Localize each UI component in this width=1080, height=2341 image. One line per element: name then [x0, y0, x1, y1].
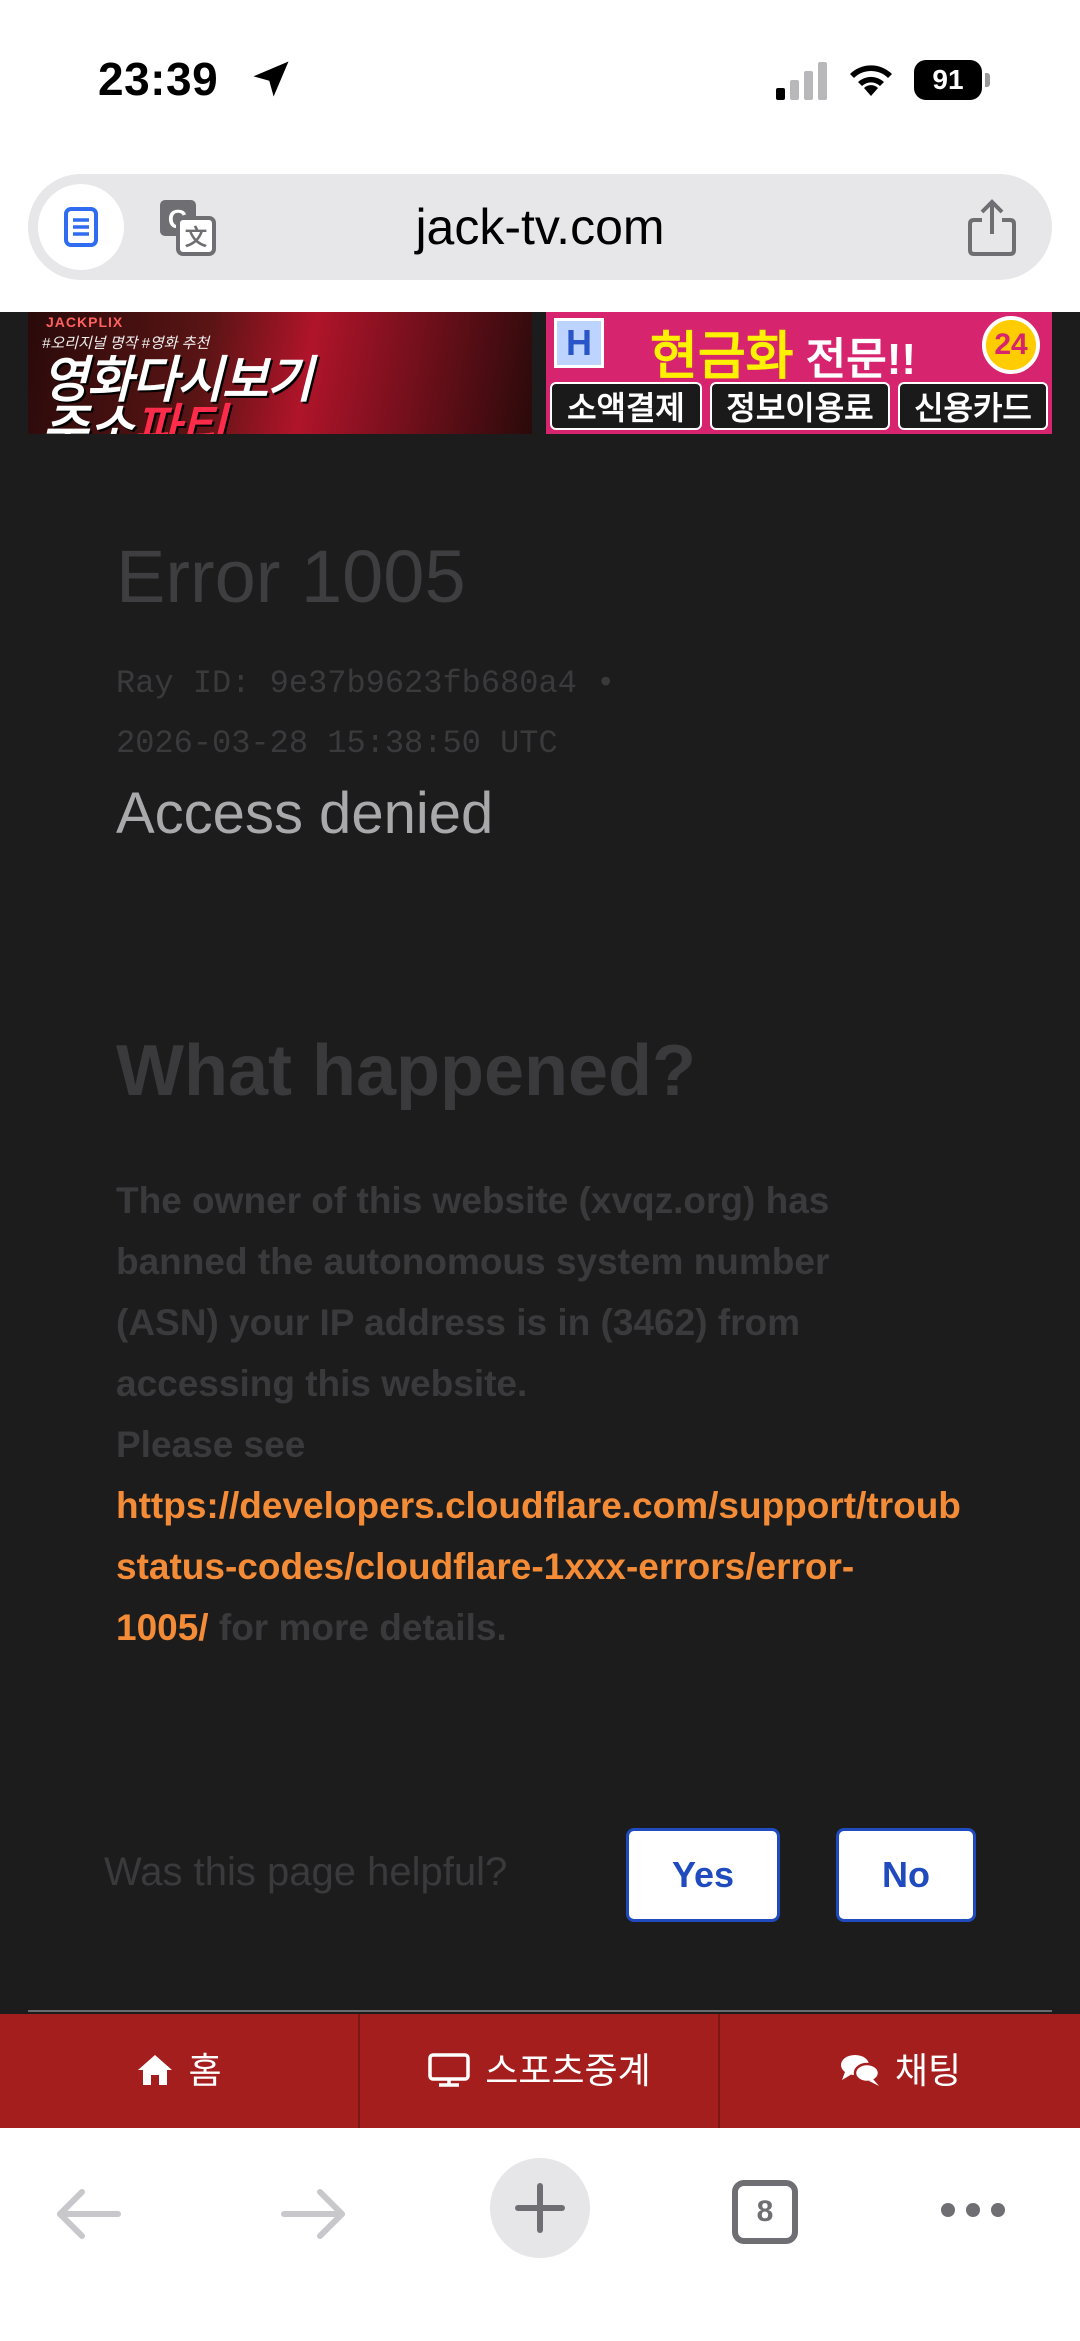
docs-link[interactable]: status-codes/cloudflare-1xxx-errors/erro…: [116, 1536, 1080, 1597]
error-description: The owner of this website (xvqz.org) has…: [116, 1170, 1080, 1658]
ad-banner-movies[interactable]: JACKPLIX #오리지널 명작 #영화 추천 영화다시보기 주소파티: [28, 312, 532, 434]
error-subtitle: Access denied: [116, 781, 494, 846]
more-options-icon[interactable]: [938, 2198, 1008, 2222]
cellular-signal-icon: [776, 62, 827, 100]
status-bar: 23:39 91: [0, 0, 1080, 160]
battery-indicator: 91: [914, 60, 990, 100]
banner-pills: 소액결제 정보이용료 신용카드: [550, 382, 1050, 430]
timestamp-line: 2026-03-28 15:38:50 UTC: [116, 725, 558, 762]
pill-item: 정보이용료: [710, 382, 890, 430]
home-icon: [138, 2055, 173, 2086]
wifi-icon: [850, 65, 892, 96]
web-page: JACKPLIX #오리지널 명작 #영화 추천 영화다시보기 주소파티 H 현…: [0, 312, 1080, 2128]
pill-item: 소액결제: [550, 382, 702, 430]
nav-item-home[interactable]: 홈: [0, 2014, 358, 2128]
plus-icon: [515, 2183, 565, 2233]
badge-24: 24: [982, 316, 1040, 374]
ad-banners: JACKPLIX #오리지널 명작 #영화 추천 영화다시보기 주소파티 H 현…: [28, 312, 1052, 434]
feedback-yes-button[interactable]: Yes: [626, 1828, 780, 1922]
url-text[interactable]: jack-tv.com: [28, 174, 1052, 280]
feedback-question: Was this page helpful?: [104, 1850, 508, 1894]
ray-id: Ray ID: 9e37b9623fb680a4 • 2026-03-28 15…: [116, 654, 615, 774]
chat-icon: [840, 2055, 881, 2087]
battery-level: 91: [932, 64, 964, 95]
monitor-icon: [428, 2053, 470, 2088]
browser-toolbar: 8: [0, 2128, 1080, 2341]
docs-link[interactable]: https://developers.cloudflare.com/suppor…: [116, 1475, 1080, 1536]
feedback-no-button[interactable]: No: [836, 1828, 976, 1922]
banner-brand: JACKPLIX: [46, 314, 124, 330]
banner-cash-title: 현금화 전문!!: [650, 328, 917, 386]
divider: [28, 2010, 1052, 2012]
status-time: 23:39: [98, 53, 219, 105]
location-arrow-icon: [253, 61, 289, 97]
docs-link[interactable]: 1005/: [116, 1607, 209, 1648]
pill-item: 신용카드: [898, 382, 1048, 430]
back-arrow-icon[interactable]: [52, 2188, 124, 2240]
nav-item-sports[interactable]: 스포츠중계: [360, 2014, 718, 2128]
ray-id-line: Ray ID: 9e37b9623fb680a4 •: [116, 665, 616, 702]
new-tab-button[interactable]: [490, 2158, 590, 2258]
error-title: Error 1005: [116, 535, 466, 618]
forward-arrow-icon[interactable]: [278, 2188, 350, 2240]
h-badge: H: [554, 318, 604, 368]
address-bar[interactable]: G 文 jack-tv.com: [28, 174, 1052, 280]
share-icon[interactable]: [964, 198, 1020, 258]
tabs-button[interactable]: 8: [732, 2180, 798, 2244]
banner-subheadline: 주소파티: [42, 400, 226, 434]
section-heading: What happened?: [116, 1031, 696, 1111]
ad-banner-cash[interactable]: H 현금화 전문!! 24 소액결제 정보이용료 신용카드: [546, 312, 1052, 434]
nav-item-chat[interactable]: 채팅: [720, 2014, 1080, 2128]
site-bottom-nav: 홈 스포츠중계 채팅: [0, 2014, 1080, 2128]
